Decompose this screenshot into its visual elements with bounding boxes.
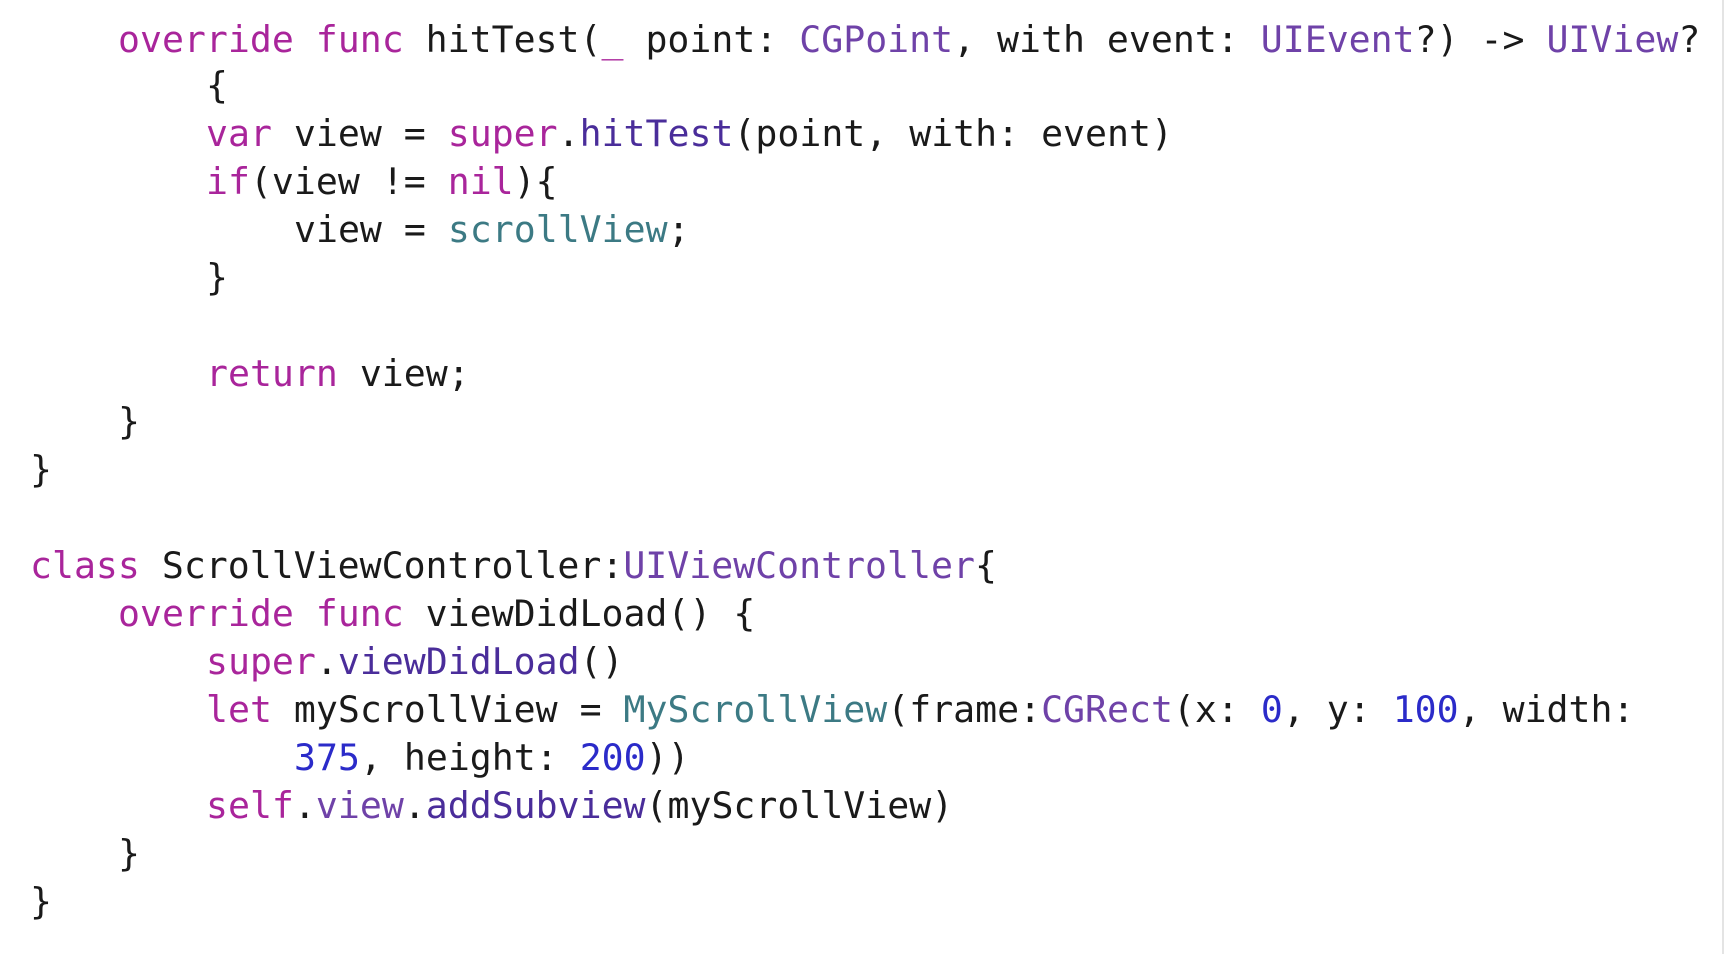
line-close-viewdidload[interactable]: } (118, 830, 140, 878)
code-token: if (206, 160, 250, 203)
line-close-func[interactable]: } (118, 398, 140, 446)
code-token: (view != (249, 160, 448, 203)
code-token: addSubview (425, 784, 646, 827)
code-token: 200 (579, 736, 646, 779)
code-token: )) (645, 736, 690, 779)
line-var-view[interactable]: var view = super.hitTest(point, with: ev… (206, 110, 1173, 158)
code-token: (frame: (887, 688, 1042, 731)
code-token: point: (623, 18, 800, 61)
code-token: hitTest( (403, 18, 602, 61)
code-token: myScrollView = (271, 688, 624, 731)
code-token: hitTest (579, 112, 734, 155)
code-token: CGRect (1041, 688, 1173, 731)
code-token: UIEvent (1260, 18, 1415, 61)
code-token: () (579, 640, 624, 683)
code-token: ; (667, 208, 690, 251)
code-token: nil (447, 160, 514, 203)
code-token: (x: (1172, 688, 1261, 731)
code-token: ){ (513, 160, 558, 203)
line-class-decl[interactable]: class ScrollViewController:UIViewControl… (30, 542, 997, 590)
code-token: , with event: (953, 18, 1261, 61)
code-token: . (315, 640, 338, 683)
line-close-if[interactable]: } (206, 254, 228, 302)
code-token: class (30, 544, 140, 587)
code-token: view (315, 784, 404, 827)
code-token: { (974, 544, 997, 587)
line-add-subview[interactable]: self.view.addSubview(myScrollView) (206, 782, 953, 830)
code-token: func (315, 592, 404, 635)
code-token: func (315, 18, 404, 61)
line-return-view[interactable]: return view; (206, 350, 470, 398)
code-token: . (293, 784, 316, 827)
code-token: 375 (294, 736, 360, 779)
code-token: viewDidLoad() { (403, 592, 756, 635)
code-token: } (30, 448, 52, 491)
code-token: } (118, 400, 140, 443)
code-token: view; (337, 352, 470, 395)
code-token: override (118, 592, 294, 635)
code-token: (myScrollView) (645, 784, 954, 827)
code-token: var (206, 112, 272, 155)
code-editor[interactable]: override func hitTest(_ point: CGPoint, … (0, 0, 1724, 954)
code-token: view = (294, 208, 448, 251)
line-hittest-signature[interactable]: override func hitTest(_ point: CGPoint, … (118, 16, 1700, 64)
line-let-myscrollview-cont[interactable]: 375, height: 200)) (294, 734, 690, 782)
code-token: scrollView (447, 208, 668, 251)
line-let-myscrollview[interactable]: let myScrollView = MyScrollView(frame:CG… (206, 686, 1634, 734)
code-token: . (403, 784, 426, 827)
code-token: super (447, 112, 558, 155)
code-token: (point, with: event) (733, 112, 1173, 155)
code-token: return (206, 352, 338, 395)
code-token: } (30, 880, 52, 923)
line-open-brace[interactable]: { (206, 62, 228, 110)
code-token: , width: (1458, 688, 1635, 731)
line-super-viewdidload[interactable]: super.viewDidLoad() (206, 638, 624, 686)
code-token: { (206, 64, 228, 107)
code-token: let (206, 688, 272, 731)
line-assign-scrollview[interactable]: view = scrollView; (294, 206, 690, 254)
code-token: UIView (1546, 18, 1679, 61)
line-if-view[interactable]: if(view != nil){ (206, 158, 558, 206)
code-token: 0 (1260, 688, 1283, 731)
code-token: ?) -> (1414, 18, 1547, 61)
code-token: viewDidLoad (337, 640, 580, 683)
code-token: , height: (359, 736, 580, 779)
code-token: self (206, 784, 294, 827)
code-token: UIViewController (623, 544, 975, 587)
code-token: MyScrollView (623, 688, 888, 731)
code-token: } (118, 832, 140, 875)
line-close-class-2[interactable]: } (30, 878, 52, 926)
code-token: . (557, 112, 580, 155)
code-token: } (206, 256, 228, 299)
code-token: _ (601, 18, 624, 61)
code-token: view = (271, 112, 448, 155)
code-token: 100 (1392, 688, 1459, 731)
code-token: , y: (1282, 688, 1393, 731)
code-token: ? (1678, 18, 1701, 61)
code-token: ScrollViewController: (139, 544, 624, 587)
line-close-class-1[interactable]: } (30, 446, 52, 494)
code-token: super (206, 640, 316, 683)
code-token: CGPoint (799, 18, 954, 61)
code-token: override (118, 18, 294, 61)
line-viewdidload-decl[interactable]: override func viewDidLoad() { (118, 590, 755, 638)
